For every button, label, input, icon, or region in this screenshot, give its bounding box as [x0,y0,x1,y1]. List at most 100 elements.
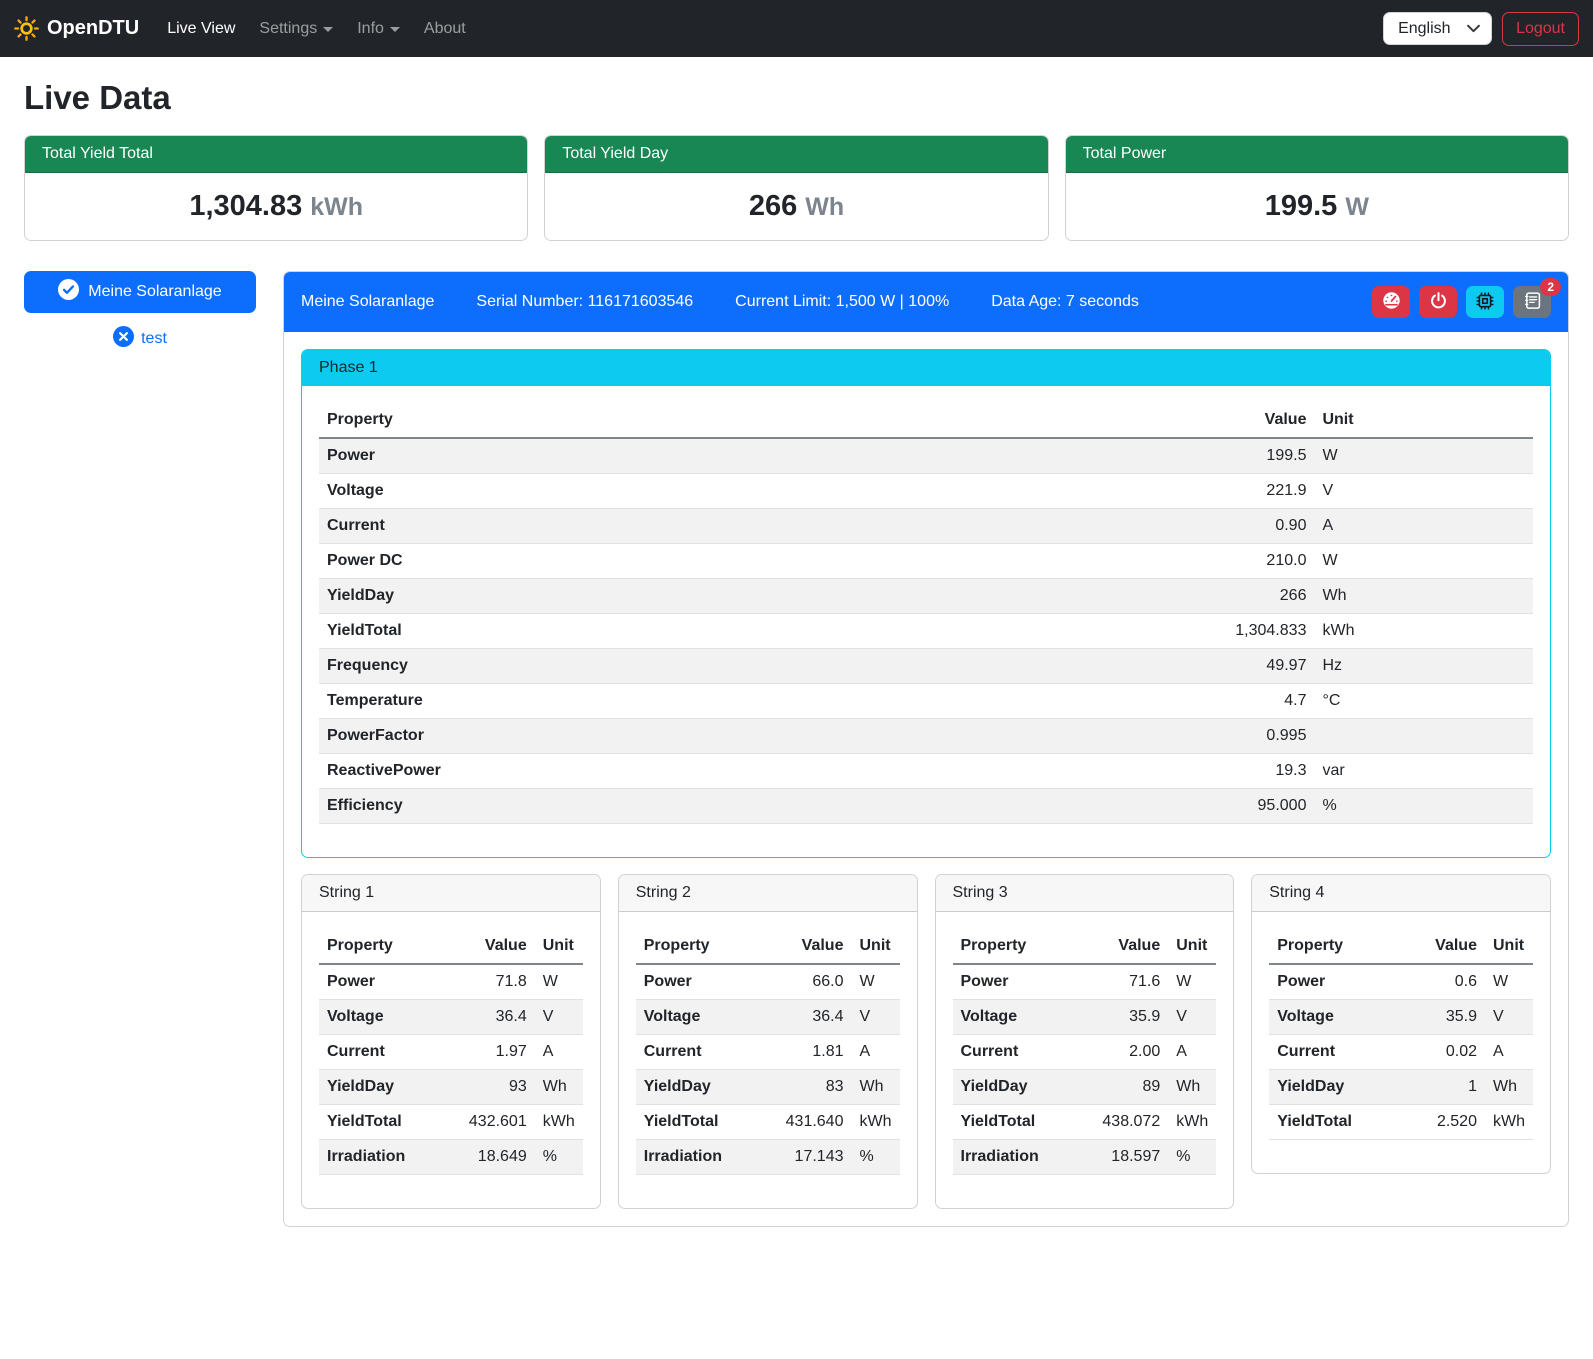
nav-item-live-view[interactable]: Live View [159,12,243,46]
unit-cell: kWh [851,1105,899,1140]
property-cell: Voltage [319,1000,430,1035]
value-cell: 266 [999,579,1315,614]
unit-cell [1314,719,1533,754]
string-1-table: PropertyValueUnitPower71.8WVoltage36.4VC… [319,929,583,1175]
speedometer-icon [1382,291,1401,313]
property-cell: YieldDay [319,1070,430,1105]
property-cell: Irradiation [319,1140,430,1175]
column-header: Value [746,929,851,964]
inverter-name: Meine Solaranlage [301,293,434,311]
table-row: Power71.6W [953,964,1217,1000]
limit-settings-button[interactable] [1372,286,1410,318]
unit-cell: Wh [1168,1070,1216,1105]
column-header: Value [1063,929,1168,964]
unit-cell: A [1168,1035,1216,1070]
column-header: Value [430,929,535,964]
nav-item-label: About [424,20,466,38]
table-row: Voltage35.9V [953,1000,1217,1035]
property-cell: Current [953,1035,1064,1070]
column-header: Property [319,403,999,438]
unit-cell: % [535,1140,583,1175]
unit-cell: kWh [535,1105,583,1140]
table-row: Current1.81A [636,1035,900,1070]
table-header-row: PropertyValueUnit [636,929,900,964]
property-cell: YieldTotal [319,614,999,649]
nav-item-label: Info [357,20,384,38]
string-3-table: PropertyValueUnitPower71.6WVoltage35.9VC… [953,929,1217,1175]
language-select[interactable]: English [1383,12,1492,45]
table-header-row: PropertyValueUnit [1269,929,1533,964]
unit-cell: % [851,1140,899,1175]
nav-item-about[interactable]: About [416,12,474,46]
inverter-other-link[interactable]: test [141,330,167,348]
unit-cell: °C [1314,684,1533,719]
nav-item-settings[interactable]: Settings [251,12,341,46]
table-row: Irradiation18.597% [953,1140,1217,1175]
property-cell: YieldTotal [319,1105,430,1140]
total-yield-total-card: Total Yield Total 1,304.83kWh [24,135,528,241]
property-cell: Voltage [636,1000,747,1035]
strings-row: String 1 PropertyValueUnitPower71.8WVolt… [301,874,1551,1209]
event-count-badge: 2 [1540,278,1561,296]
table-row: YieldDay1Wh [1269,1070,1533,1105]
nav-item-info[interactable]: Info [349,12,408,46]
string-1-card: String 1 PropertyValueUnitPower71.8WVolt… [301,874,601,1209]
card-body: 199.5W [1066,173,1568,240]
value-cell: 89 [1063,1070,1168,1105]
main-container: Live Data Total Yield Total 1,304.83kWh … [0,57,1593,1251]
table-row: Irradiation18.649% [319,1140,583,1175]
string-4-body: PropertyValueUnitPower0.6WVoltage35.9VCu… [1252,912,1550,1173]
power-button[interactable] [1419,286,1457,318]
string-2-header: String 2 [619,875,917,912]
power-icon [1429,291,1448,313]
unit-cell: A [1485,1035,1533,1070]
inverter-limit: Current Limit: 1,500 W | 100% [735,293,949,311]
logout-button[interactable]: Logout [1502,12,1579,46]
device-info-button[interactable] [1466,286,1504,318]
unit-cell: var [1314,754,1533,789]
table-row: Voltage221.9V [319,474,1533,509]
value-cell: 66.0 [746,964,851,1000]
card-header: Total Yield Day [545,136,1047,173]
unit-cell: A [1314,509,1533,544]
unit-cell: kWh [1168,1105,1216,1140]
inverter-section: Meine Solaranlage test Meine Solaranlage… [24,271,1569,1227]
inverter-selected-button[interactable]: Meine Solaranlage [24,271,256,313]
inverter-other-item: test [24,326,256,352]
unit-cell: V [1485,1000,1533,1035]
value-cell: 1.97 [430,1035,535,1070]
property-cell: Power [953,964,1064,1000]
value-cell: 17.143 [746,1140,851,1175]
value-cell: 4.7 [999,684,1315,719]
page-title: Live Data [24,79,1569,117]
event-log-button[interactable]: 2 [1513,286,1551,318]
brand[interactable]: OpenDTU [14,16,139,41]
x-circle-icon[interactable] [113,326,134,352]
value-cell: 71.6 [1063,964,1168,1000]
string-1-header: String 1 [302,875,600,912]
column-header: Unit [851,929,899,964]
chevron-down-icon [390,27,400,32]
top-navbar: OpenDTU Live View Settings Info About En… [0,0,1593,57]
string-3-body: PropertyValueUnitPower71.6WVoltage35.9VC… [936,912,1234,1208]
property-cell: PowerFactor [319,719,999,754]
string-4-header: String 4 [1252,875,1550,912]
table-row: YieldDay83Wh [636,1070,900,1105]
table-header-row: PropertyValueUnit [953,929,1217,964]
value-cell: 19.3 [999,754,1315,789]
inverter-actions: 2 [1372,286,1551,318]
value-cell: 49.97 [999,649,1315,684]
value-cell: 432.601 [430,1105,535,1140]
table-row: Power199.5W [319,438,1533,474]
unit-cell: A [851,1035,899,1070]
value-cell: 71.8 [430,964,535,1000]
value-cell: 1,304.833 [999,614,1315,649]
chevron-down-icon [323,27,333,32]
nav-links: Live View Settings Info About [159,12,1383,46]
unit-cell: W [1314,544,1533,579]
inverter-data-age: Data Age: 7 seconds [991,293,1139,311]
table-header-row: PropertyValueUnit [319,403,1533,438]
string-2-body: PropertyValueUnitPower66.0WVoltage36.4VC… [619,912,917,1208]
property-cell: Power [319,438,999,474]
table-row: Power0.6W [1269,964,1533,1000]
